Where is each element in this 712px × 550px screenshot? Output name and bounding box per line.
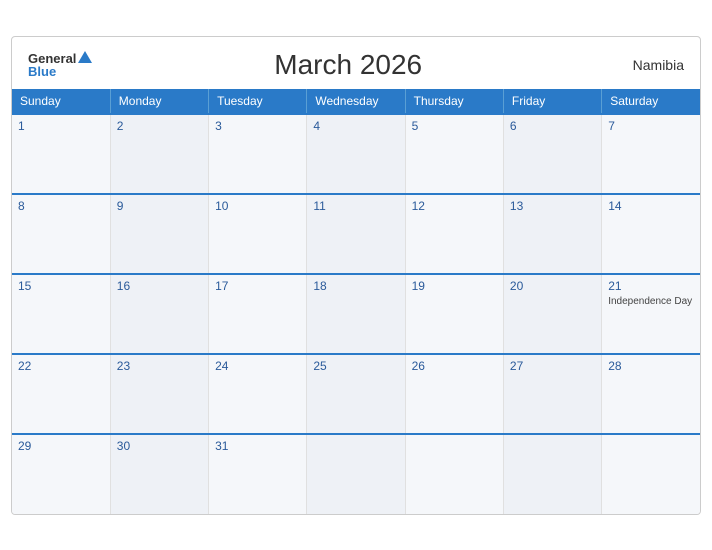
day-number: 8 xyxy=(18,199,104,213)
week-row-4: 22 23 24 25 26 27 28 xyxy=(12,354,700,434)
logo-general: General xyxy=(28,52,76,65)
week-row-3: 15 16 17 18 19 20 21 Independence Day xyxy=(12,274,700,354)
day-number: 14 xyxy=(608,199,694,213)
header-monday: Monday xyxy=(110,89,208,114)
calendar-grid: Sunday Monday Tuesday Wednesday Thursday… xyxy=(12,89,700,514)
weekday-header-row: Sunday Monday Tuesday Wednesday Thursday… xyxy=(12,89,700,114)
day-event: Independence Day xyxy=(608,296,692,307)
day-cell: 31 xyxy=(209,434,307,514)
day-number: 5 xyxy=(412,119,497,133)
day-cell: 19 xyxy=(405,274,503,354)
calendar-container: General Blue March 2026 Namibia Sunday M… xyxy=(11,36,701,515)
day-cell: 6 xyxy=(503,114,601,194)
day-cell: 5 xyxy=(405,114,503,194)
week-row-5: 29 30 31 xyxy=(12,434,700,514)
day-number: 23 xyxy=(117,359,202,373)
day-cell: 1 xyxy=(12,114,110,194)
logo: General Blue xyxy=(28,51,92,78)
day-cell: 7 xyxy=(602,114,700,194)
day-cell: 13 xyxy=(503,194,601,274)
day-number: 20 xyxy=(510,279,595,293)
day-number: 31 xyxy=(215,439,300,453)
day-number: 4 xyxy=(313,119,398,133)
day-number: 25 xyxy=(313,359,398,373)
day-number: 22 xyxy=(18,359,104,373)
day-cell: 2 xyxy=(110,114,208,194)
day-number: 19 xyxy=(412,279,497,293)
day-number: 6 xyxy=(510,119,595,133)
day-cell: 24 xyxy=(209,354,307,434)
day-cell: 10 xyxy=(209,194,307,274)
header-saturday: Saturday xyxy=(602,89,700,114)
calendar-header: General Blue March 2026 Namibia xyxy=(12,37,700,89)
day-cell: 28 xyxy=(602,354,700,434)
day-cell: 30 xyxy=(110,434,208,514)
day-cell: 16 xyxy=(110,274,208,354)
day-cell: 27 xyxy=(503,354,601,434)
header-thursday: Thursday xyxy=(405,89,503,114)
day-cell: 23 xyxy=(110,354,208,434)
day-number: 15 xyxy=(18,279,104,293)
day-cell: 22 xyxy=(12,354,110,434)
day-number: 17 xyxy=(215,279,300,293)
day-number: 1 xyxy=(18,119,104,133)
logo-triangle-icon xyxy=(78,51,92,63)
header-sunday: Sunday xyxy=(12,89,110,114)
day-number: 11 xyxy=(313,199,398,213)
day-number: 18 xyxy=(313,279,398,293)
day-cell: 4 xyxy=(307,114,405,194)
day-cell: 17 xyxy=(209,274,307,354)
week-row-1: 1234567 xyxy=(12,114,700,194)
country-label: Namibia xyxy=(604,57,684,73)
day-number: 16 xyxy=(117,279,202,293)
day-cell: 25 xyxy=(307,354,405,434)
header-tuesday: Tuesday xyxy=(209,89,307,114)
day-cell: 12 xyxy=(405,194,503,274)
day-number: 10 xyxy=(215,199,300,213)
day-number: 21 xyxy=(608,279,694,293)
day-cell xyxy=(307,434,405,514)
header-friday: Friday xyxy=(503,89,601,114)
calendar-title: March 2026 xyxy=(92,49,604,81)
day-cell: 8 xyxy=(12,194,110,274)
day-cell xyxy=(602,434,700,514)
day-number: 30 xyxy=(117,439,202,453)
day-cell: 20 xyxy=(503,274,601,354)
day-number: 12 xyxy=(412,199,497,213)
day-number: 28 xyxy=(608,359,694,373)
logo-blue: Blue xyxy=(28,65,56,78)
header-wednesday: Wednesday xyxy=(307,89,405,114)
day-cell: 3 xyxy=(209,114,307,194)
day-cell: 11 xyxy=(307,194,405,274)
day-number: 24 xyxy=(215,359,300,373)
day-cell: 15 xyxy=(12,274,110,354)
day-number: 27 xyxy=(510,359,595,373)
day-number: 7 xyxy=(608,119,694,133)
day-cell: 14 xyxy=(602,194,700,274)
calendar-body: 123456789101112131415161718192021Indepen… xyxy=(12,114,700,514)
day-cell xyxy=(405,434,503,514)
day-number: 2 xyxy=(117,119,202,133)
day-cell: 9 xyxy=(110,194,208,274)
day-number: 3 xyxy=(215,119,300,133)
day-cell: 18 xyxy=(307,274,405,354)
day-number: 26 xyxy=(412,359,497,373)
day-number: 13 xyxy=(510,199,595,213)
day-number: 29 xyxy=(18,439,104,453)
day-cell xyxy=(503,434,601,514)
day-cell: 29 xyxy=(12,434,110,514)
day-number: 9 xyxy=(117,199,202,213)
week-row-2: 89 10 11 12 13 14 xyxy=(12,194,700,274)
day-cell: 26 xyxy=(405,354,503,434)
day-cell: 21 Independence Day xyxy=(602,274,700,354)
